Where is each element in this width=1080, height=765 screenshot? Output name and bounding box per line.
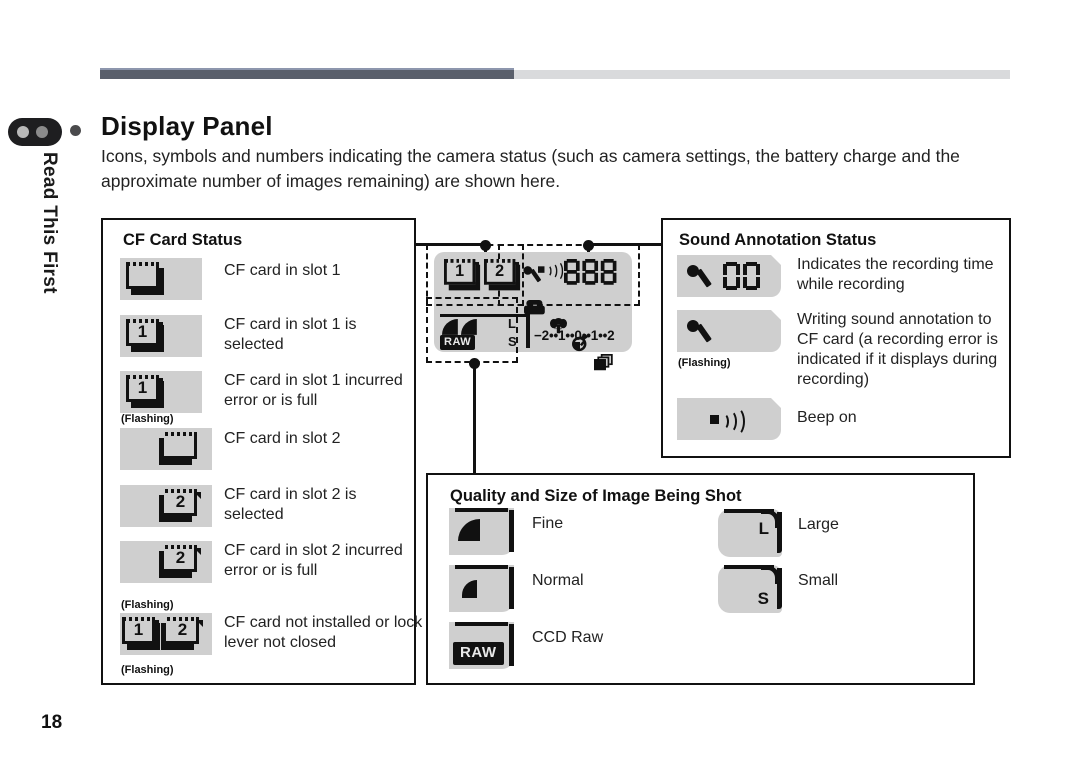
lcd-continuous-shooting-icon [594,354,613,371]
cf-row-both-missing-label: CF card not installed or lock lever not … [224,614,423,651]
lcd-display-panel: 1 2 888 RAW L S −2••̅1••0••1• [426,244,640,371]
cf-row-slot1-selected: 1 CF card in slot 1 is selected [120,315,414,357]
sound-row-writing: Writing sound annotation to CF card (a r… [677,310,1012,390]
quality-row-normal: Normal [449,565,584,612]
quality-row-fine-label: Fine [532,515,564,532]
cf-card-slot1-empty-icon [120,258,202,300]
cf-row-slot1-empty: CF card in slot 1 [120,258,414,300]
thumb-tab-outer-dot-icon [70,125,81,136]
lcd-size-large-letter: L [508,316,516,331]
cf-row-slot2-empty-label: CF card in slot 2 [224,430,341,447]
cf-card-slot2-error-icon: 2 [120,541,212,583]
cf-row-slot1-empty-label: CF card in slot 1 [224,262,341,279]
size-row-small-label: Small [798,572,839,589]
lcd-card-one-number: 1 [455,261,465,280]
cf-card-number: 2 [177,620,188,639]
lcd-exposure-marker [574,342,580,349]
lcd-card-slot2-icon: 2 [484,259,522,291]
cf-row-both-missing-flashing-note: (Flashing) [121,664,174,676]
quality-row-ccd-raw: RAW CCD Raw [449,622,603,669]
sound-row-beep-label: Beep on [797,409,857,426]
lcd-battery-icon [524,300,545,315]
cf-card-number: 1 [137,322,148,341]
lcd-normal-quality-icon [461,319,477,335]
lcd-quality-top-edge [440,314,530,317]
small-size-letter: S [757,589,769,608]
cf-row-slot2-selected-label: CF card in slot 2 is selected [224,486,357,523]
large-size-letter: L [758,519,769,538]
connector-quality-panel-vertical [473,363,476,474]
sound-row-beep: Beep on [677,398,1002,440]
cf-row-slot2-empty: CF card in slot 2 [120,428,414,470]
cf-row-slot2-error: 2 CF card in slot 2 incurred error or is… [120,541,419,583]
cf-card-number: 2 [175,492,186,511]
large-size-icon: L [718,509,782,557]
header-rule-dark-segment [100,70,515,79]
beep-icon [677,398,781,440]
thumb-tab-dot-mid-icon [36,126,48,138]
cf-row-slot1-error-flashing-note: (Flashing) [121,413,174,425]
sound-row-recording-time-label: Indicates the recording time while recor… [797,256,994,293]
size-row-large-label: Large [798,516,839,533]
raw-badge: RAW [453,642,504,665]
cf-row-slot1-error-label: CF card in slot 1 incurred error or is f… [224,372,403,409]
cf-card-number: 1 [137,378,148,397]
sound-row-recording-time: 00 Indicates the recording time while re… [677,255,1002,297]
cf-row-slot2-error-label: CF card in slot 2 incurred error or is f… [224,542,403,579]
size-row-small: S Small [718,565,838,613]
page-number: 18 [41,712,63,733]
cf-card-number: 1 [133,620,144,639]
sound-row-writing-label: Writing sound annotation to CF card (a r… [797,311,998,388]
fine-quality-icon [449,508,514,555]
section-thumb-tab [8,118,62,146]
lcd-card-slot1-icon: 1 [444,259,482,291]
lcd-card-two-number: 2 [495,261,505,280]
header-rule [100,68,1010,79]
cf-row-slot2-error-flashing-note: (Flashing) [121,599,174,611]
quality-and-size-title: Quality and Size of Image Being Shot [450,487,742,505]
cf-card-number: 2 [175,548,186,567]
intro-paragraph: Icons, symbols and numbers indicating th… [101,146,960,191]
microphone-with-counter-icon: 00 [677,255,781,297]
cf-row-slot1-selected-label: CF card in slot 1 is selected [224,316,357,353]
lcd-fine-quality-icon [442,319,458,335]
normal-quality-icon [449,565,514,612]
cf-card-slot1-selected-icon: 1 [120,315,202,357]
cf-card-both-missing-icon: 1 2 [120,613,212,655]
lcd-quality-right-edge [526,314,530,348]
section-tab-label: Read This First [39,152,60,294]
cf-row-slot1-error: 1 CF card in slot 1 incurred error or is… [120,371,419,413]
sound-row-writing-flashing-note: (Flashing) [678,357,731,369]
lcd-frame-counter [564,259,617,285]
page-title: Display Panel [101,111,273,141]
lcd-beep-icon [538,260,564,282]
sound-annotation-status-title: Sound Annotation Status [679,231,877,249]
lcd-exposure-scale: −2••̅1••0••1••2 [534,328,615,343]
recording-time-counter [723,262,760,290]
lcd-size-small-letter: S [508,334,517,349]
header-rule-light-segment [514,70,1010,79]
cf-card-slot1-error-icon: 1 [120,371,202,413]
quality-row-ccd-raw-label: CCD Raw [532,629,604,646]
ccd-raw-icon: RAW [449,622,514,669]
cf-card-status-title: CF Card Status [123,231,243,249]
size-row-large: L Large [718,509,839,557]
quality-row-normal-label: Normal [532,572,584,589]
lcd-raw-badge: RAW [440,335,476,350]
cf-row-both-missing: 1 2 CF card not installed or lock lever … [120,613,424,655]
quality-row-fine: Fine [449,508,563,555]
small-size-icon: S [718,565,782,613]
cf-card-slot2-empty-icon [120,428,212,470]
thumb-tab-dot-light-icon [17,126,29,138]
cf-row-slot2-selected: 2 CF card in slot 2 is selected [120,485,414,527]
cf-card-slot2-selected-icon: 2 [120,485,212,527]
microphone-icon [677,310,781,352]
